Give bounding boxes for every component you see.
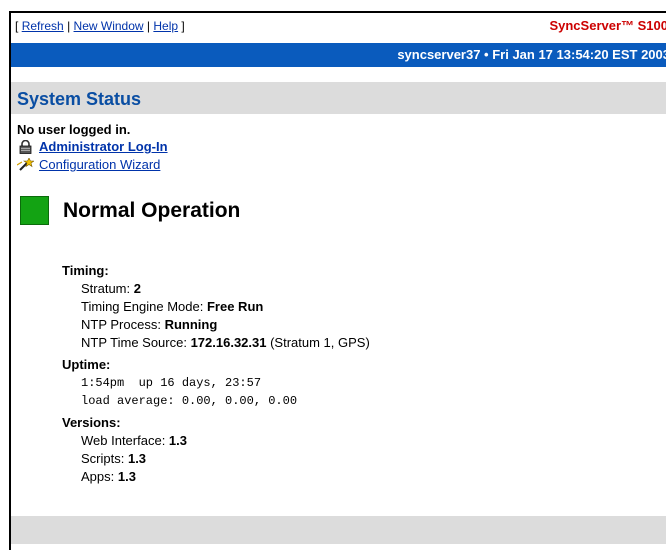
- config-wizard-row: Configuration Wizard: [17, 156, 168, 173]
- brand-name: Server™ S100: [580, 18, 666, 33]
- login-message: No user logged in.: [17, 122, 131, 137]
- load-average-line: load average: 0.00, 0.00, 0.00: [81, 394, 298, 408]
- uptime-line: 1:54pm up 16 days, 23:57: [81, 376, 262, 390]
- ntp-process-value: Running: [164, 317, 218, 332]
- ntp-source-label: NTP Time Source:: [81, 335, 191, 350]
- status-indicator: [20, 196, 49, 225]
- scripts-row: Scripts: 1.3: [62, 450, 370, 468]
- wand-icon: [17, 157, 34, 172]
- apps-row: Apps: 1.3: [62, 468, 370, 486]
- engine-mode-value: Free Run: [206, 299, 264, 314]
- refresh-link[interactable]: Refresh: [22, 19, 64, 33]
- web-interface-row: Web Interface: 1.3: [62, 432, 370, 450]
- login-section: No user logged in. Administrator Log-In: [17, 122, 168, 173]
- footer-bar: [11, 516, 666, 544]
- ntp-source-row: NTP Time Source: 172.16.32.31 (Stratum 1…: [62, 334, 370, 352]
- brand-sync: Sync: [549, 18, 581, 33]
- lock-icon: [17, 139, 34, 154]
- new-window-link[interactable]: New Window: [74, 19, 144, 33]
- stratum-row: Stratum: 2: [62, 280, 370, 298]
- bracket-close: ]: [181, 19, 185, 33]
- timing-heading: Timing:: [62, 263, 109, 278]
- page-frame: [ Refresh | New Window | Help ] SyncServ…: [9, 11, 666, 550]
- engine-mode-row: Timing Engine Mode: Free Run: [62, 298, 370, 316]
- apps-value: 1.3: [117, 469, 136, 484]
- status-label: Normal Operation: [63, 198, 241, 222]
- ntp-process-row: NTP Process: Running: [62, 316, 370, 334]
- host-datetime: syncserver37 • Fri Jan 17 13:54:20 EST 2…: [397, 47, 666, 62]
- admin-login-row: Administrator Log-In: [17, 138, 168, 155]
- host-bar: syncserver37 • Fri Jan 17 13:54:20 EST 2…: [11, 43, 666, 67]
- stratum-label: Stratum:: [81, 281, 134, 296]
- top-links: [ Refresh | New Window | Help ]: [15, 19, 185, 33]
- status-details: Timing: Stratum: 2 Timing Engine Mode: F…: [62, 258, 370, 486]
- stratum-value: 2: [133, 281, 141, 296]
- uptime-heading: Uptime:: [62, 357, 111, 372]
- scripts-label: Scripts:: [81, 451, 128, 466]
- operation-status: Normal Operation: [20, 196, 240, 225]
- ntp-process-label: NTP Process:: [81, 317, 165, 332]
- web-interface-label: Web Interface:: [81, 433, 169, 448]
- page-title-bar: System Status: [11, 82, 666, 114]
- ntp-source-extra: (Stratum 1, GPS): [266, 335, 370, 350]
- product-brand: SyncServer™ S100: [549, 18, 666, 33]
- bracket-open: [: [15, 19, 19, 33]
- apps-label: Apps:: [81, 469, 118, 484]
- ntp-source-value: 172.16.32.31: [190, 335, 267, 350]
- scripts-value: 1.3: [127, 451, 147, 466]
- page-title: System Status: [17, 89, 142, 109]
- link-separator: |: [67, 19, 71, 33]
- admin-login-link[interactable]: Administrator Log-In: [39, 139, 168, 154]
- help-link[interactable]: Help: [153, 19, 178, 33]
- config-wizard-link[interactable]: Configuration Wizard: [39, 157, 160, 172]
- web-interface-value: 1.3: [168, 433, 187, 448]
- link-separator: |: [146, 19, 151, 33]
- versions-heading: Versions:: [62, 415, 121, 430]
- engine-mode-label: Timing Engine Mode:: [81, 299, 207, 314]
